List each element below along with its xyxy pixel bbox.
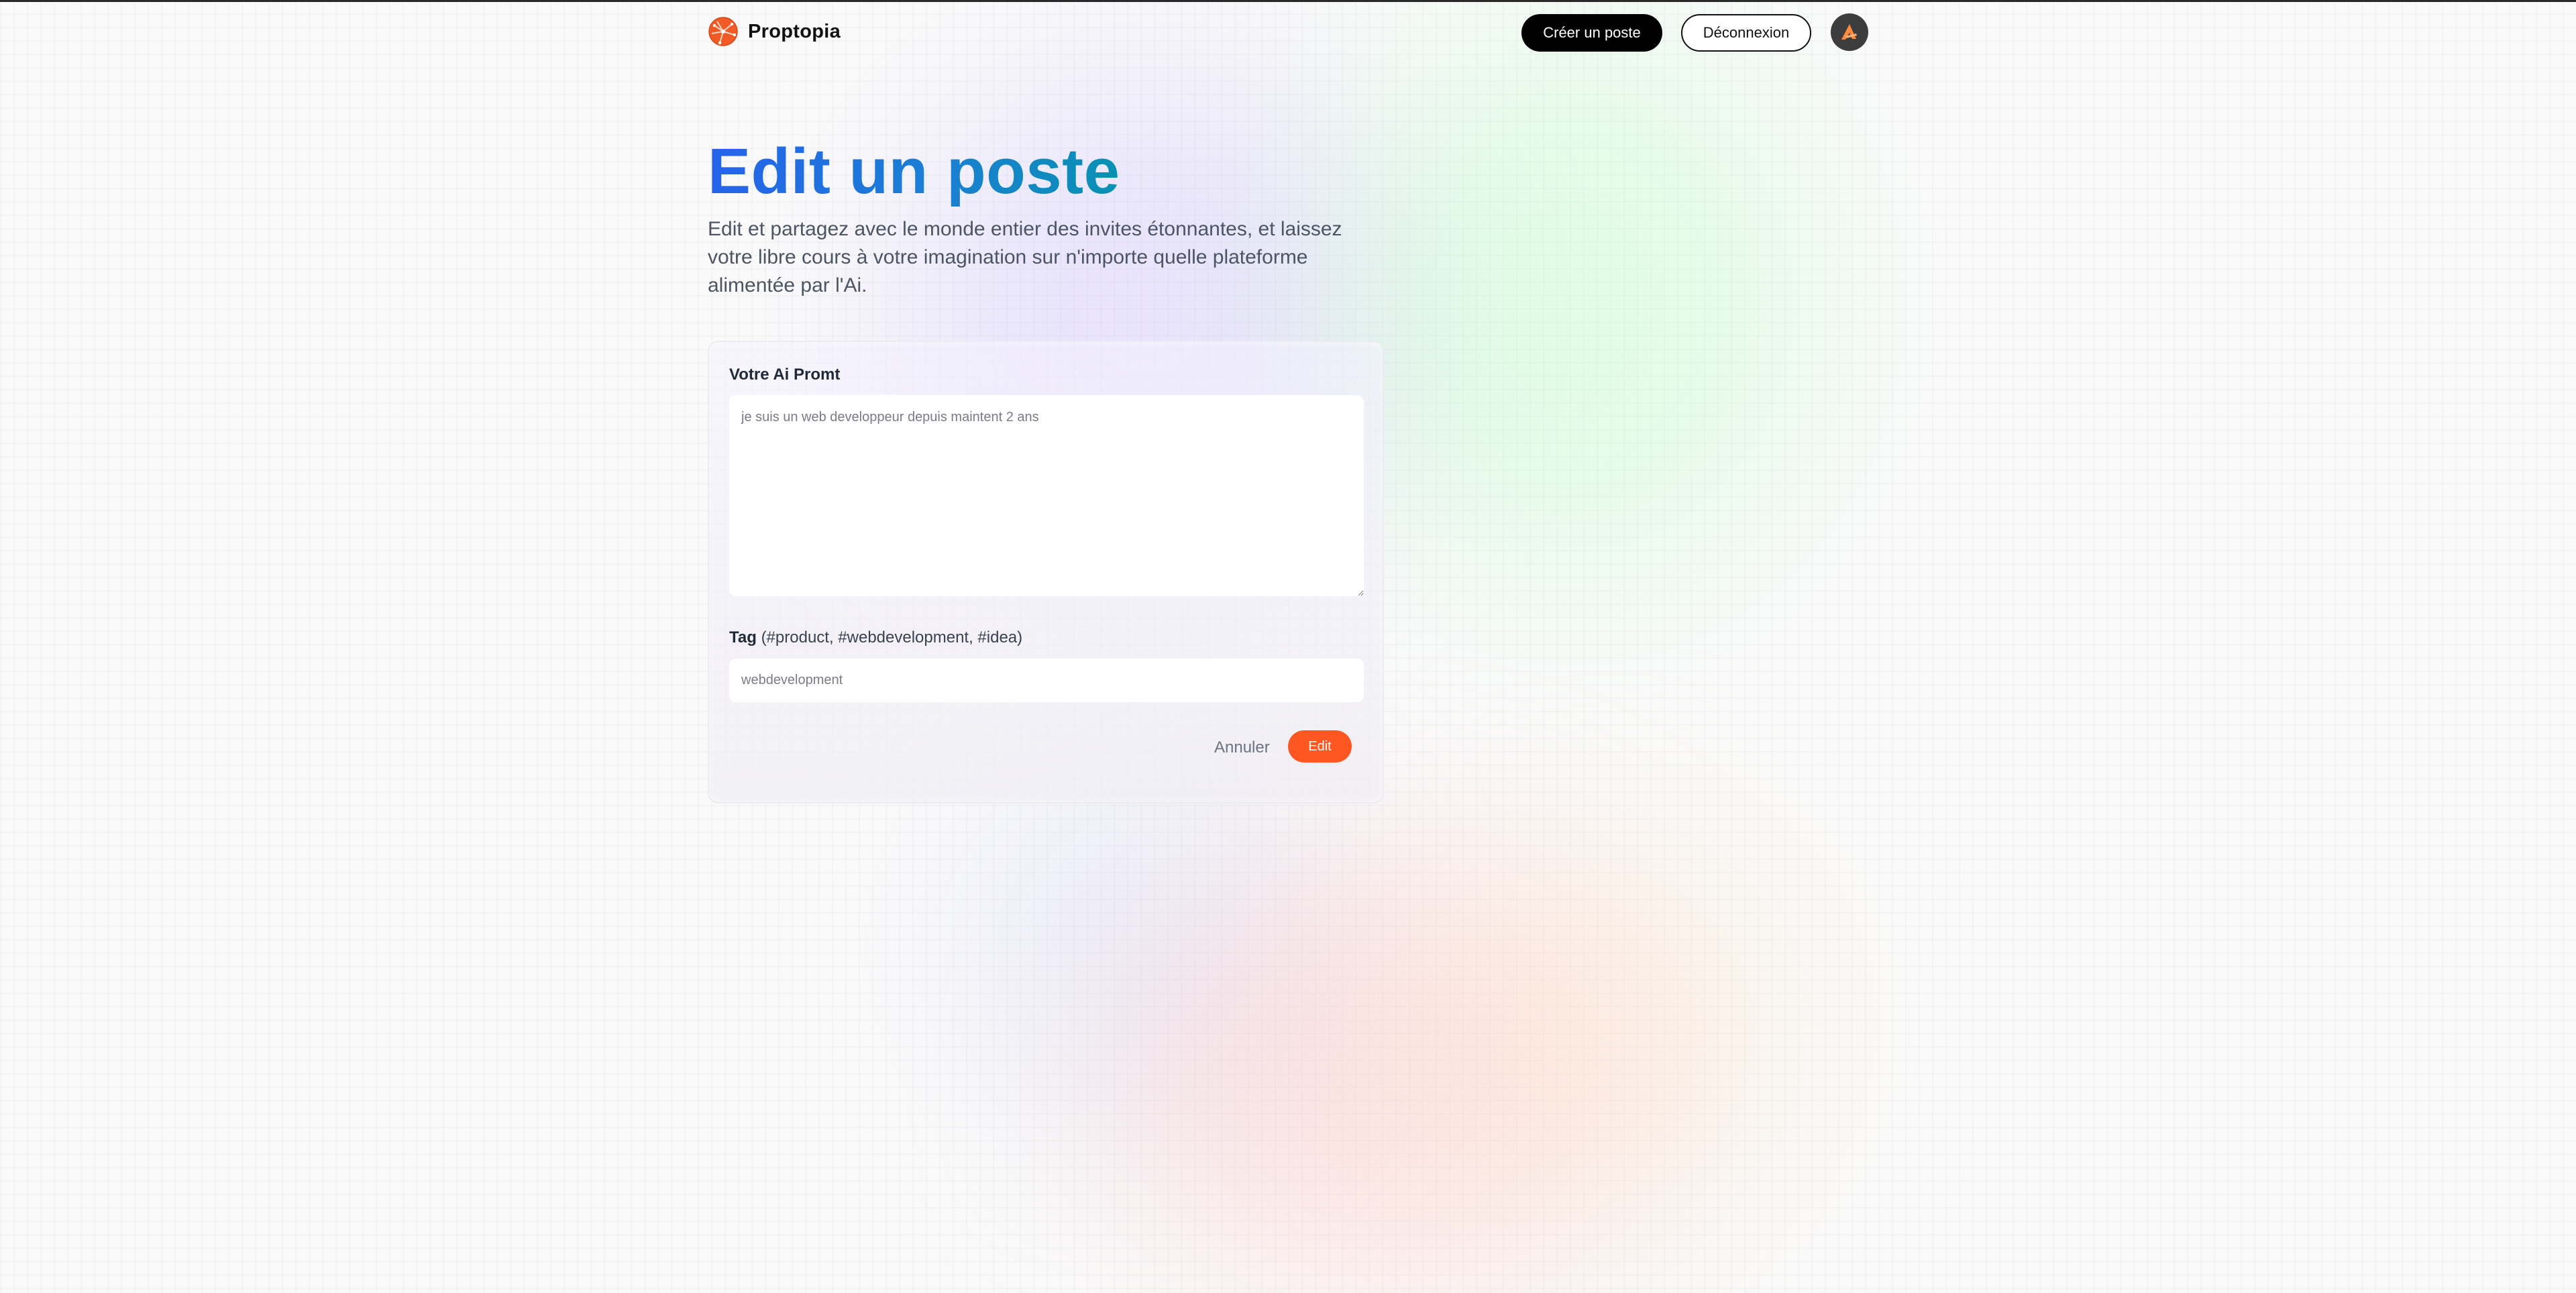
cancel-button[interactable]: Annuler <box>1212 733 1273 763</box>
tag-label: Tag <box>729 628 757 646</box>
prompt-label: Votre Ai Promt <box>729 366 841 384</box>
tag-hint: (#product, #webdevelopment, #idea) <box>761 628 1023 646</box>
brand-name: Proptopia <box>748 20 841 42</box>
logout-button[interactable]: Déconnexion <box>1681 14 1811 52</box>
avatar-icon <box>1841 24 1857 40</box>
page-title: Edit un poste <box>708 131 1120 212</box>
page: Proptopia Créer un poste Déconnexion Edi… <box>0 0 2576 1293</box>
tag-label-row: Tag (#product, #webdevelopment, #idea) <box>729 628 1022 647</box>
brand-link[interactable]: Proptopia <box>708 16 841 47</box>
prompt-textarea[interactable] <box>729 395 1364 596</box>
create-post-button[interactable]: Créer un poste <box>1521 14 1662 52</box>
tag-input[interactable] <box>729 659 1364 702</box>
avatar[interactable] <box>1831 13 1868 51</box>
logo-icon <box>708 17 738 46</box>
edit-submit-button[interactable]: Edit <box>1288 730 1352 763</box>
page-description: Edit et partagez avec le monde entier de… <box>708 218 1342 296</box>
